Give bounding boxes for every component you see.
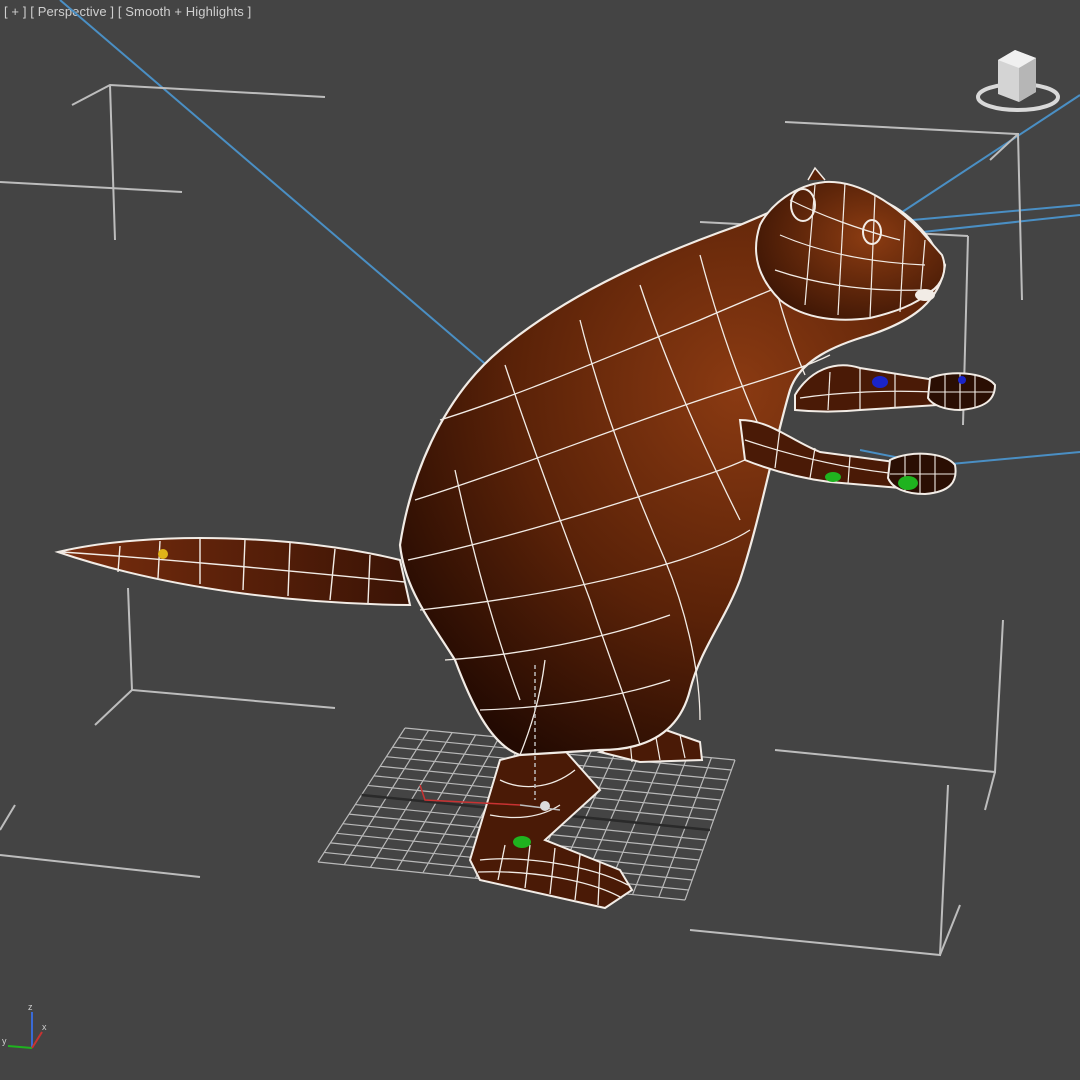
arm-joint-marker-blue (872, 376, 888, 388)
axis-x-label: x (42, 1022, 47, 1032)
axis-tripod: z y x (2, 1002, 47, 1049)
beaver-head (755, 166, 946, 321)
teeth (915, 289, 935, 301)
beaver-arm-lower (738, 418, 957, 496)
axis-y-label: y (2, 1036, 7, 1046)
viewcube-icon[interactable] (976, 50, 1060, 112)
hand-joint-marker (898, 476, 918, 490)
foot-joint-marker (513, 836, 531, 848)
scene-canvas[interactable]: z y x (0, 0, 1080, 1080)
perspective-viewport[interactable]: [ + ] [ Perspective ] [ Smooth + Highlig… (0, 0, 1080, 1080)
axis-z-label: z (28, 1002, 33, 1012)
tail-joint-marker (158, 549, 168, 559)
beaver-tail (54, 537, 412, 607)
